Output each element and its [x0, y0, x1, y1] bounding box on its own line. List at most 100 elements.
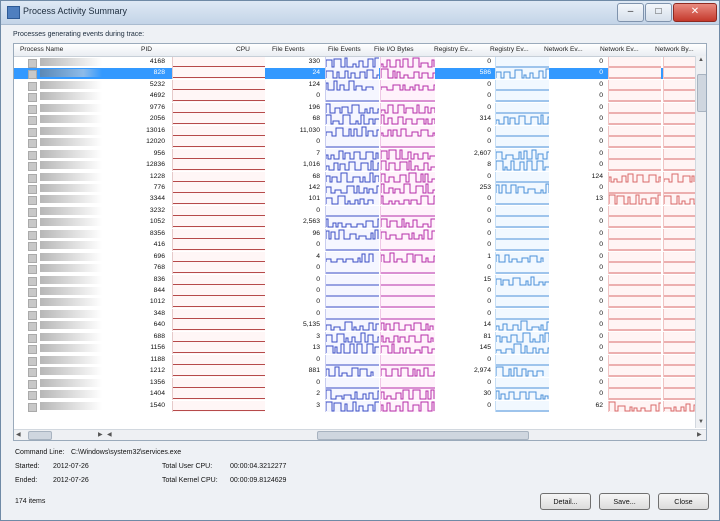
table-row[interactable]: 13016 11,030 0 0	[14, 125, 697, 137]
table-row[interactable]: 5232 124 0 0	[14, 79, 697, 91]
registry-graph-cell	[495, 79, 549, 91]
cpu-graph-cell	[172, 194, 265, 206]
file-io-sparkline	[380, 149, 437, 160]
detail-button[interactable]: Detail...	[540, 493, 591, 510]
pid-cell: 956	[153, 149, 165, 157]
process-icon	[28, 93, 37, 103]
scroll-down-icon[interactable]: ▼	[698, 419, 704, 425]
col-header-registry-events-count[interactable]: Registry Ev...	[434, 46, 473, 53]
table-row[interactable]: 776 142 253 0	[14, 182, 697, 194]
table-row[interactable]: 1052 2,563 0 0	[14, 217, 697, 229]
name-column-scroll-thumb[interactable]	[28, 431, 52, 440]
table-row[interactable]: 1012 0 0 0	[14, 297, 697, 309]
table-row[interactable]: 4692 0 0 0	[14, 91, 697, 103]
table-row[interactable]: 1404 2 30 0	[14, 389, 697, 401]
table-row[interactable]: 12836 1,016 8 0	[14, 160, 697, 172]
table-row[interactable]: 348 0 0 0	[14, 308, 697, 320]
file-events-sparkline	[325, 150, 379, 160]
save-button[interactable]: Save...	[599, 493, 650, 510]
process-name-redacted	[40, 218, 102, 227]
table-row[interactable]: 836 0 15 0	[14, 274, 697, 286]
network-graph-cell	[608, 125, 661, 137]
col-header-network-events-graph[interactable]: Network Ev...	[600, 46, 639, 53]
table-row[interactable]: 1156 13 145 0	[14, 343, 697, 355]
table-row[interactable]: 956 7 2,607 0	[14, 148, 697, 160]
col-header-network-bytes[interactable]: Network By...	[655, 46, 694, 53]
table-row[interactable]: 640 5,135 14 0	[14, 320, 697, 332]
col-header-file-events-count[interactable]: File Events	[272, 46, 305, 53]
col-header-file-io-bytes[interactable]: File I/O Bytes	[374, 46, 414, 53]
registry-events-cell: 0	[487, 218, 491, 226]
registry-events-cell: 0	[487, 126, 491, 134]
file-io-sparkline	[381, 215, 435, 217]
scroll-left-icon[interactable]: ◀	[16, 431, 21, 438]
file-events-graph-cell	[325, 68, 385, 80]
network-bytes-graph-cell	[663, 91, 697, 103]
network-graph-cell	[608, 320, 661, 332]
table-row[interactable]: 688 3 81 0	[14, 331, 697, 343]
table-row[interactable]: 2056 68 314 0	[14, 114, 697, 126]
network-graph-cell	[608, 331, 661, 343]
vertical-scrollbar[interactable]: ▲ ▼	[695, 56, 706, 428]
network-bytes-sparkline	[664, 123, 697, 125]
network-graph-cell	[608, 240, 661, 252]
table-row[interactable]: 1188 0 0 0	[14, 354, 697, 366]
process-name-redacted	[40, 69, 102, 78]
col-header-network-events-count[interactable]: Network Ev...	[544, 46, 583, 53]
table-row[interactable]: 9776 196 0 0	[14, 102, 697, 114]
registry-graph-cell	[495, 137, 549, 149]
horizontal-scrollbar[interactable]: ◀ ▶ ◀ ▶	[14, 429, 706, 440]
data-column-scroll-thumb[interactable]	[317, 431, 529, 440]
process-list[interactable]: Process Name PID CPU File Events File Ev…	[13, 43, 707, 441]
col-header-registry-events-graph[interactable]: Registry Ev...	[490, 46, 529, 53]
network-events-cell: 0	[599, 80, 603, 88]
cpu-graph-cell	[172, 205, 265, 217]
table-row[interactable]: 3344 101 0 13	[14, 194, 702, 206]
scroll-left-icon-right-pane[interactable]: ◀	[107, 431, 112, 438]
table-row[interactable]: 416 0 0 0	[14, 240, 697, 252]
registry-graph-cell	[495, 160, 553, 172]
process-icon	[28, 402, 37, 412]
table-row[interactable]: 768 0 0 0	[14, 263, 697, 275]
network-bytes-sparkline	[664, 387, 697, 389]
scroll-right-icon[interactable]: ▶	[697, 431, 702, 438]
network-bytes-graph-cell	[663, 228, 697, 240]
table-row[interactable]: 4168 330 0 0	[14, 57, 697, 68]
table-row[interactable]: 828 24 586 0	[14, 68, 697, 80]
table-row[interactable]: 1212 881 2,974 0	[14, 366, 697, 378]
registry-graph-cell	[495, 148, 554, 160]
vertical-scroll-thumb[interactable]	[697, 74, 706, 112]
registry-sparkline	[496, 249, 549, 251]
title-bar[interactable]: Process Activity Summary – □ ✕	[1, 1, 719, 25]
col-header-file-events-graph[interactable]: File Events	[328, 46, 361, 53]
process-name-redacted	[40, 172, 102, 181]
registry-graph-cell	[495, 263, 549, 275]
cpu-activity-line	[173, 88, 265, 90]
close-button[interactable]: Close	[658, 493, 709, 510]
minimize-button[interactable]: –	[617, 3, 644, 22]
table-row[interactable]: 844 0 0 0	[14, 286, 697, 297]
file-io-sparkline	[381, 387, 435, 389]
network-sparkline	[609, 364, 661, 366]
table-row[interactable]: 8356 96 0 0	[14, 228, 697, 240]
table-row[interactable]: 3232 0 0 0	[14, 205, 697, 217]
col-header-cpu[interactable]: CPU	[236, 46, 250, 53]
file-io-sparkline	[380, 229, 438, 240]
col-header-process-name[interactable]: Process Name	[20, 46, 63, 53]
close-window-button[interactable]: ✕	[673, 3, 717, 22]
table-row[interactable]: 696 4 1 0	[14, 251, 697, 263]
col-header-pid[interactable]: PID	[141, 46, 152, 53]
table-row[interactable]: 12020 0 0 0	[14, 137, 697, 149]
maximize-button[interactable]: □	[645, 3, 672, 22]
registry-events-cell: 586	[439, 69, 491, 77]
table-row[interactable]: 1356 0 0 0	[14, 377, 697, 389]
registry-graph-cell	[495, 343, 554, 355]
file-events-sparkline	[325, 195, 374, 205]
scroll-up-icon[interactable]: ▲	[698, 57, 704, 63]
file-io-sparkline	[381, 146, 435, 148]
scroll-right-icon-left-pane[interactable]: ▶	[98, 431, 103, 438]
table-row[interactable]: 1228 68 0 124	[14, 171, 697, 183]
network-bytes-graph-cell	[663, 263, 697, 275]
table-row[interactable]: 1540 3 0 62	[14, 400, 700, 412]
network-sparkline	[609, 398, 661, 400]
